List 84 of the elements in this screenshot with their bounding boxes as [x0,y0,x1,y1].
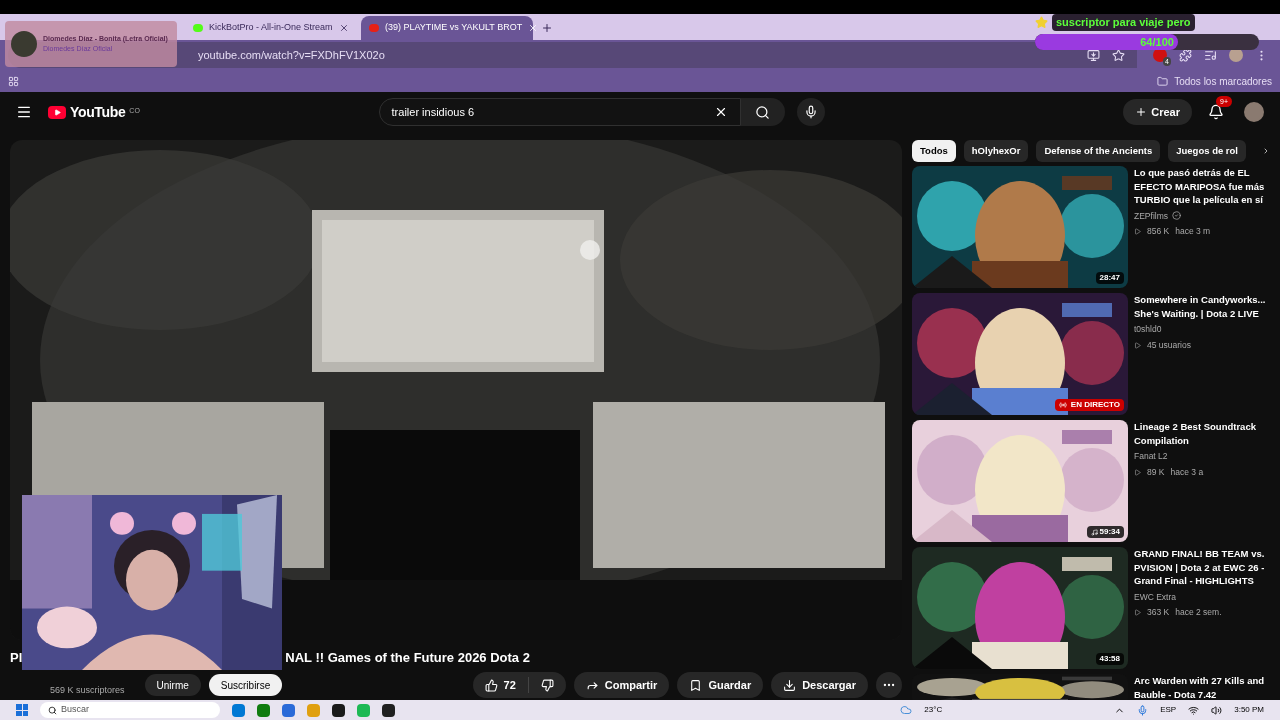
filter-chip[interactable]: hOlyhexOr [963,140,1029,162]
save-button[interactable]: Guardar [677,672,764,698]
channel-name[interactable]: Fanat L2 [1134,450,1168,463]
folder-icon [1157,75,1169,87]
menu-icon[interactable] [16,104,32,120]
voice-search-button[interactable] [796,98,825,126]
view-count: 363 K [1147,606,1170,619]
view-count: 856 K [1147,225,1170,238]
play-icon [1134,609,1141,617]
channel-name[interactable]: EWC Extra [1134,590,1177,604]
microphone-icon [803,105,818,119]
bookmark-icon [689,678,703,692]
share-button[interactable]: Compartir [573,672,670,698]
goal-title: suscriptor para viaje pero [1052,14,1195,31]
network-icon[interactable] [1188,704,1200,716]
media-icon[interactable] [1204,48,1217,62]
volume-icon[interactable] [1211,704,1223,716]
account-avatar[interactable] [1244,102,1264,122]
video-title[interactable]: Arc Warden with 27 Kills and Bauble - Dota 7.42 [1134,674,1266,700]
app-icon[interactable] [332,703,345,717]
weather-icon [900,704,913,716]
apps-icon[interactable] [8,75,19,87]
filter-chip[interactable]: Defense of the Ancients [1036,140,1161,162]
verified-icon [1172,211,1181,221]
create-button[interactable]: Crear [1123,99,1192,125]
upload-age: hace 3 a [1170,465,1204,479]
video-title[interactable]: Lo que pasó detrás de EL EFECTO MARIPOSA fue más TURBIO que la película en sí [1134,166,1266,207]
duration-badge: 43:58 [1095,653,1124,665]
extensions-icon[interactable] [1179,48,1192,62]
app-icon[interactable] [382,703,395,717]
weather-text: 23°C [924,704,943,716]
download-button[interactable]: Descargar [771,672,868,698]
star-icon [1035,15,1048,29]
video-title[interactable]: GRAND FINAL! BB TEAM vs. PVISION | Dota 2 at EWC 26 - Grand Final - HIGHLIGHTS [1134,547,1266,588]
join-button[interactable]: Unirme [144,674,201,696]
close-icon[interactable] [528,23,539,33]
search-icon [755,104,771,120]
tab-favicon-icon [369,24,379,32]
play-icon [1134,228,1141,236]
album-art-icon [11,31,37,57]
play-icon [1134,341,1141,349]
play-icon [1134,468,1141,476]
microphone-icon [1137,704,1149,716]
upload-age: hace 2 sem. [1175,606,1222,619]
view-count: 89 K [1147,465,1165,479]
plus-icon [1135,106,1148,118]
channel-name[interactable]: t0shld0 [1134,323,1162,336]
tab-title: (39) PLAYTIME vs YAKULT BROT [385,21,523,35]
video-title: Pl [10,649,23,668]
browser-tab[interactable]: (39) PLAYTIME vs YAKULT BROT [361,16,533,40]
video-title[interactable]: Lineage 2 Best Soundtrack Compilation [1134,420,1266,447]
bookmarks-folder[interactable]: Todos los marcadores [1174,73,1272,89]
browser-tab[interactable]: KickBotPro - All-in-One Stream [185,16,357,40]
filter-chip[interactable]: Juegos de rol [1168,140,1246,162]
subscriber-count: 569 K suscriptores [50,684,125,698]
install-icon[interactable] [1087,48,1100,62]
taskbar-search[interactable]: Buscar [40,702,220,718]
search-field[interactable]: trailer insidious 6 [378,98,741,126]
subscribe-button[interactable]: Suscribirse [208,674,283,696]
search-button[interactable] [740,98,785,126]
tab-favicon-icon [193,24,203,32]
goal-count: 64/100 [1140,34,1174,50]
new-tab-icon[interactable] [541,22,553,34]
start-icon[interactable] [16,704,28,716]
thumbs-up-icon [484,678,498,692]
tab-title: KickBotPro - All-in-One Stream [209,21,333,35]
url-text: youtube.com/watch?v=FXDhFV1X02o [198,47,386,63]
search-icon [48,705,57,715]
duration-badge: 28:47 [1095,272,1124,284]
dislike-icon[interactable] [540,678,554,692]
duration-badge: 59:34 [1086,526,1124,538]
viewer-count: 45 usuarios [1147,338,1191,352]
video-title: NAL !! Games of the Future 2026 Dota 2 [285,649,530,668]
close-icon[interactable] [339,23,349,33]
language-indicator[interactable]: ESP [1160,704,1177,716]
clock[interactable]: 3:50 PM [1234,704,1264,716]
upload-age: hace 3 m [1175,225,1211,238]
channel-name[interactable]: ZEPfilms [1134,209,1168,223]
notifications-icon[interactable] [1208,104,1224,120]
bookmark-star-icon[interactable] [1112,48,1125,62]
filter-chip[interactable]: Todos [912,140,956,162]
live-badge: EN DIRECTO [1054,399,1124,411]
video-title[interactable]: Somewhere in Candyworks... She's Waiting. | Dota 2 LIVE [1134,293,1266,320]
download-icon [783,678,797,692]
